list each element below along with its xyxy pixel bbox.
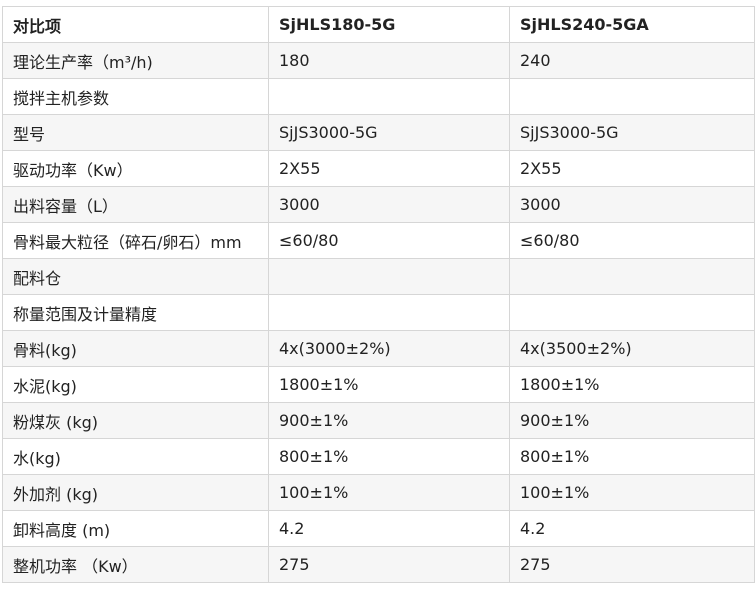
- row-label-cell: 理论生产率（m³/h): [2, 42, 269, 79]
- row-value-model-a: 800±1%: [268, 438, 510, 475]
- row-value-model-a: 180: [268, 42, 510, 79]
- table-row: 搅拌主机参数: [2, 78, 755, 115]
- row-value-model-b: 2X55: [509, 150, 755, 187]
- row-value-model-a: [268, 258, 510, 295]
- row-label-cell: 出料容量（L）: [2, 186, 269, 223]
- row-value-model-b: 1800±1%: [509, 366, 755, 403]
- header-cell-item: 对比项: [2, 6, 269, 43]
- row-value-model-a: SjJS3000-5G: [268, 114, 510, 151]
- row-value-model-a: 900±1%: [268, 402, 510, 439]
- row-label-cell: 型号: [2, 114, 269, 151]
- table-header-row: 对比项 SjHLS180-5G SjHLS240-5GA: [2, 6, 755, 43]
- header-cell-model-b: SjHLS240-5GA: [509, 6, 755, 43]
- table-row: 卸料高度 (m) 4.2 4.2: [2, 510, 755, 547]
- table-row: 配料仓: [2, 258, 755, 295]
- row-label-cell: 水泥(kg): [2, 366, 269, 403]
- row-value-model-b: SjJS3000-5G: [509, 114, 755, 151]
- row-label-cell: 搅拌主机参数: [2, 78, 269, 115]
- row-value-model-b: 275: [509, 546, 755, 583]
- row-value-model-b: [509, 78, 755, 115]
- comparison-table: 对比项 SjHLS180-5G SjHLS240-5GA 理论生产率（m³/h)…: [2, 6, 755, 583]
- table-row: 骨料最大粒径（碎石/卵石）mm ≤60/80 ≤60/80: [2, 222, 755, 259]
- row-label-cell: 称量范围及计量精度: [2, 294, 269, 331]
- row-value-model-b: 4x(3500±2%): [509, 330, 755, 367]
- table-row: 骨料(kg) 4x(3000±2%) 4x(3500±2%): [2, 330, 755, 367]
- row-label-cell: 外加剂 (kg): [2, 474, 269, 511]
- row-label-cell: 配料仓: [2, 258, 269, 295]
- row-value-model-a: 2X55: [268, 150, 510, 187]
- row-value-model-b: 800±1%: [509, 438, 755, 475]
- row-label-cell: 骨料(kg): [2, 330, 269, 367]
- row-value-model-b: 4.2: [509, 510, 755, 547]
- row-value-model-a: 275: [268, 546, 510, 583]
- row-label-cell: 卸料高度 (m): [2, 510, 269, 547]
- row-value-model-a: ≤60/80: [268, 222, 510, 259]
- table-row: 称量范围及计量精度: [2, 294, 755, 331]
- row-value-model-a: 4x(3000±2%): [268, 330, 510, 367]
- row-label-cell: 驱动功率（Kw）: [2, 150, 269, 187]
- row-value-model-a: 4.2: [268, 510, 510, 547]
- table-row: 理论生产率（m³/h) 180 240: [2, 42, 755, 79]
- row-label-cell: 粉煤灰 (kg): [2, 402, 269, 439]
- row-value-model-b: 900±1%: [509, 402, 755, 439]
- row-value-model-a: 3000: [268, 186, 510, 223]
- row-label-cell: 骨料最大粒径（碎石/卵石）mm: [2, 222, 269, 259]
- table-row: 粉煤灰 (kg) 900±1% 900±1%: [2, 402, 755, 439]
- row-label-cell: 水(kg): [2, 438, 269, 475]
- row-value-model-b: 100±1%: [509, 474, 755, 511]
- table-row: 型号 SjJS3000-5G SjJS3000-5G: [2, 114, 755, 151]
- row-value-model-a: 1800±1%: [268, 366, 510, 403]
- table-body: 理论生产率（m³/h) 180 240 搅拌主机参数 型号 SjJS3000-5G SjJS…: [2, 42, 755, 583]
- row-value-model-b: 240: [509, 42, 755, 79]
- table-row: 整机功率 （Kw） 275 275: [2, 546, 755, 583]
- table-row: 水(kg) 800±1% 800±1%: [2, 438, 755, 475]
- header-cell-model-a: SjHLS180-5G: [268, 6, 510, 43]
- row-value-model-b: ≤60/80: [509, 222, 755, 259]
- table-row: 外加剂 (kg) 100±1% 100±1%: [2, 474, 755, 511]
- row-value-model-a: 100±1%: [268, 474, 510, 511]
- row-value-model-a: [268, 78, 510, 115]
- row-label-cell: 整机功率 （Kw）: [2, 546, 269, 583]
- row-value-model-b: 3000: [509, 186, 755, 223]
- table-row: 出料容量（L） 3000 3000: [2, 186, 755, 223]
- table-row: 驱动功率（Kw） 2X55 2X55: [2, 150, 755, 187]
- row-value-model-b: [509, 294, 755, 331]
- table-row: 水泥(kg) 1800±1% 1800±1%: [2, 366, 755, 403]
- row-value-model-b: [509, 258, 755, 295]
- row-value-model-a: [268, 294, 510, 331]
